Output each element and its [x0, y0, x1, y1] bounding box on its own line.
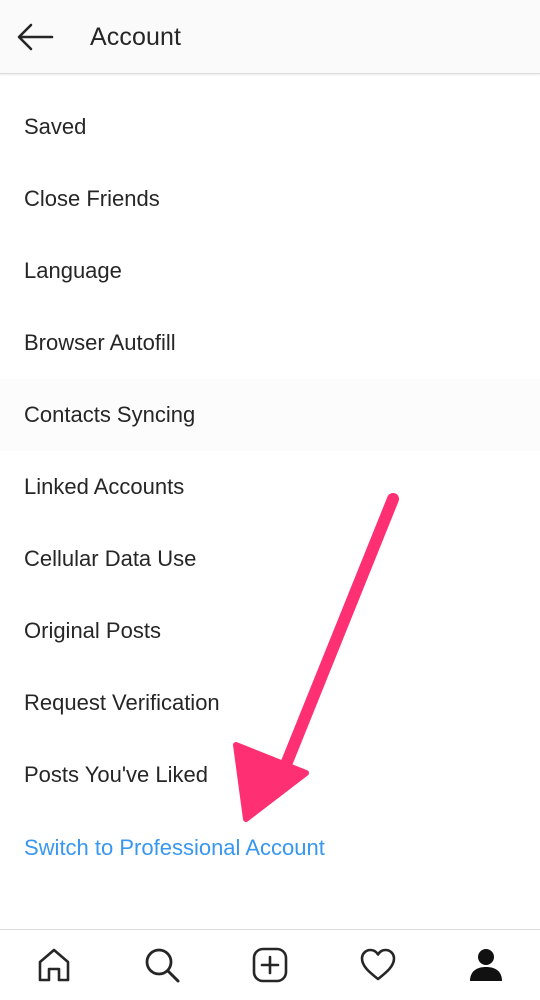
switch-to-professional-link[interactable]: Switch to Professional Account [0, 811, 540, 885]
account-settings-list: Saved Close Friends Language Browser Aut… [0, 91, 540, 885]
back-button[interactable] [10, 14, 60, 60]
menu-item-contacts-syncing[interactable]: Contacts Syncing [0, 379, 540, 451]
nav-search-button[interactable] [132, 935, 192, 995]
menu-item-language[interactable]: Language [0, 235, 540, 307]
nav-home-button[interactable] [24, 935, 84, 995]
heart-icon [360, 948, 396, 981]
menu-item-posts-youve-liked[interactable]: Posts You've Liked [0, 739, 540, 811]
menu-item-saved[interactable]: Saved [0, 91, 540, 163]
profile-icon [470, 949, 502, 981]
top-app-bar: Account [0, 0, 540, 74]
page-title: Account [90, 23, 182, 51]
menu-item-linked-accounts[interactable]: Linked Accounts [0, 451, 540, 523]
menu-item-request-verification[interactable]: Request Verification [0, 667, 540, 739]
bottom-navigation-bar [0, 929, 540, 1000]
nav-new-post-button[interactable] [240, 935, 300, 995]
search-icon [145, 948, 180, 983]
menu-item-cellular-data-use[interactable]: Cellular Data Use [0, 523, 540, 595]
menu-item-close-friends[interactable]: Close Friends [0, 163, 540, 235]
nav-profile-button[interactable] [456, 935, 516, 995]
arrow-left-icon [17, 23, 54, 51]
home-icon [38, 948, 70, 982]
menu-item-original-posts[interactable]: Original Posts [0, 595, 540, 667]
add-post-icon [252, 947, 288, 983]
menu-item-browser-autofill[interactable]: Browser Autofill [0, 307, 540, 379]
nav-activity-button[interactable] [348, 935, 408, 995]
